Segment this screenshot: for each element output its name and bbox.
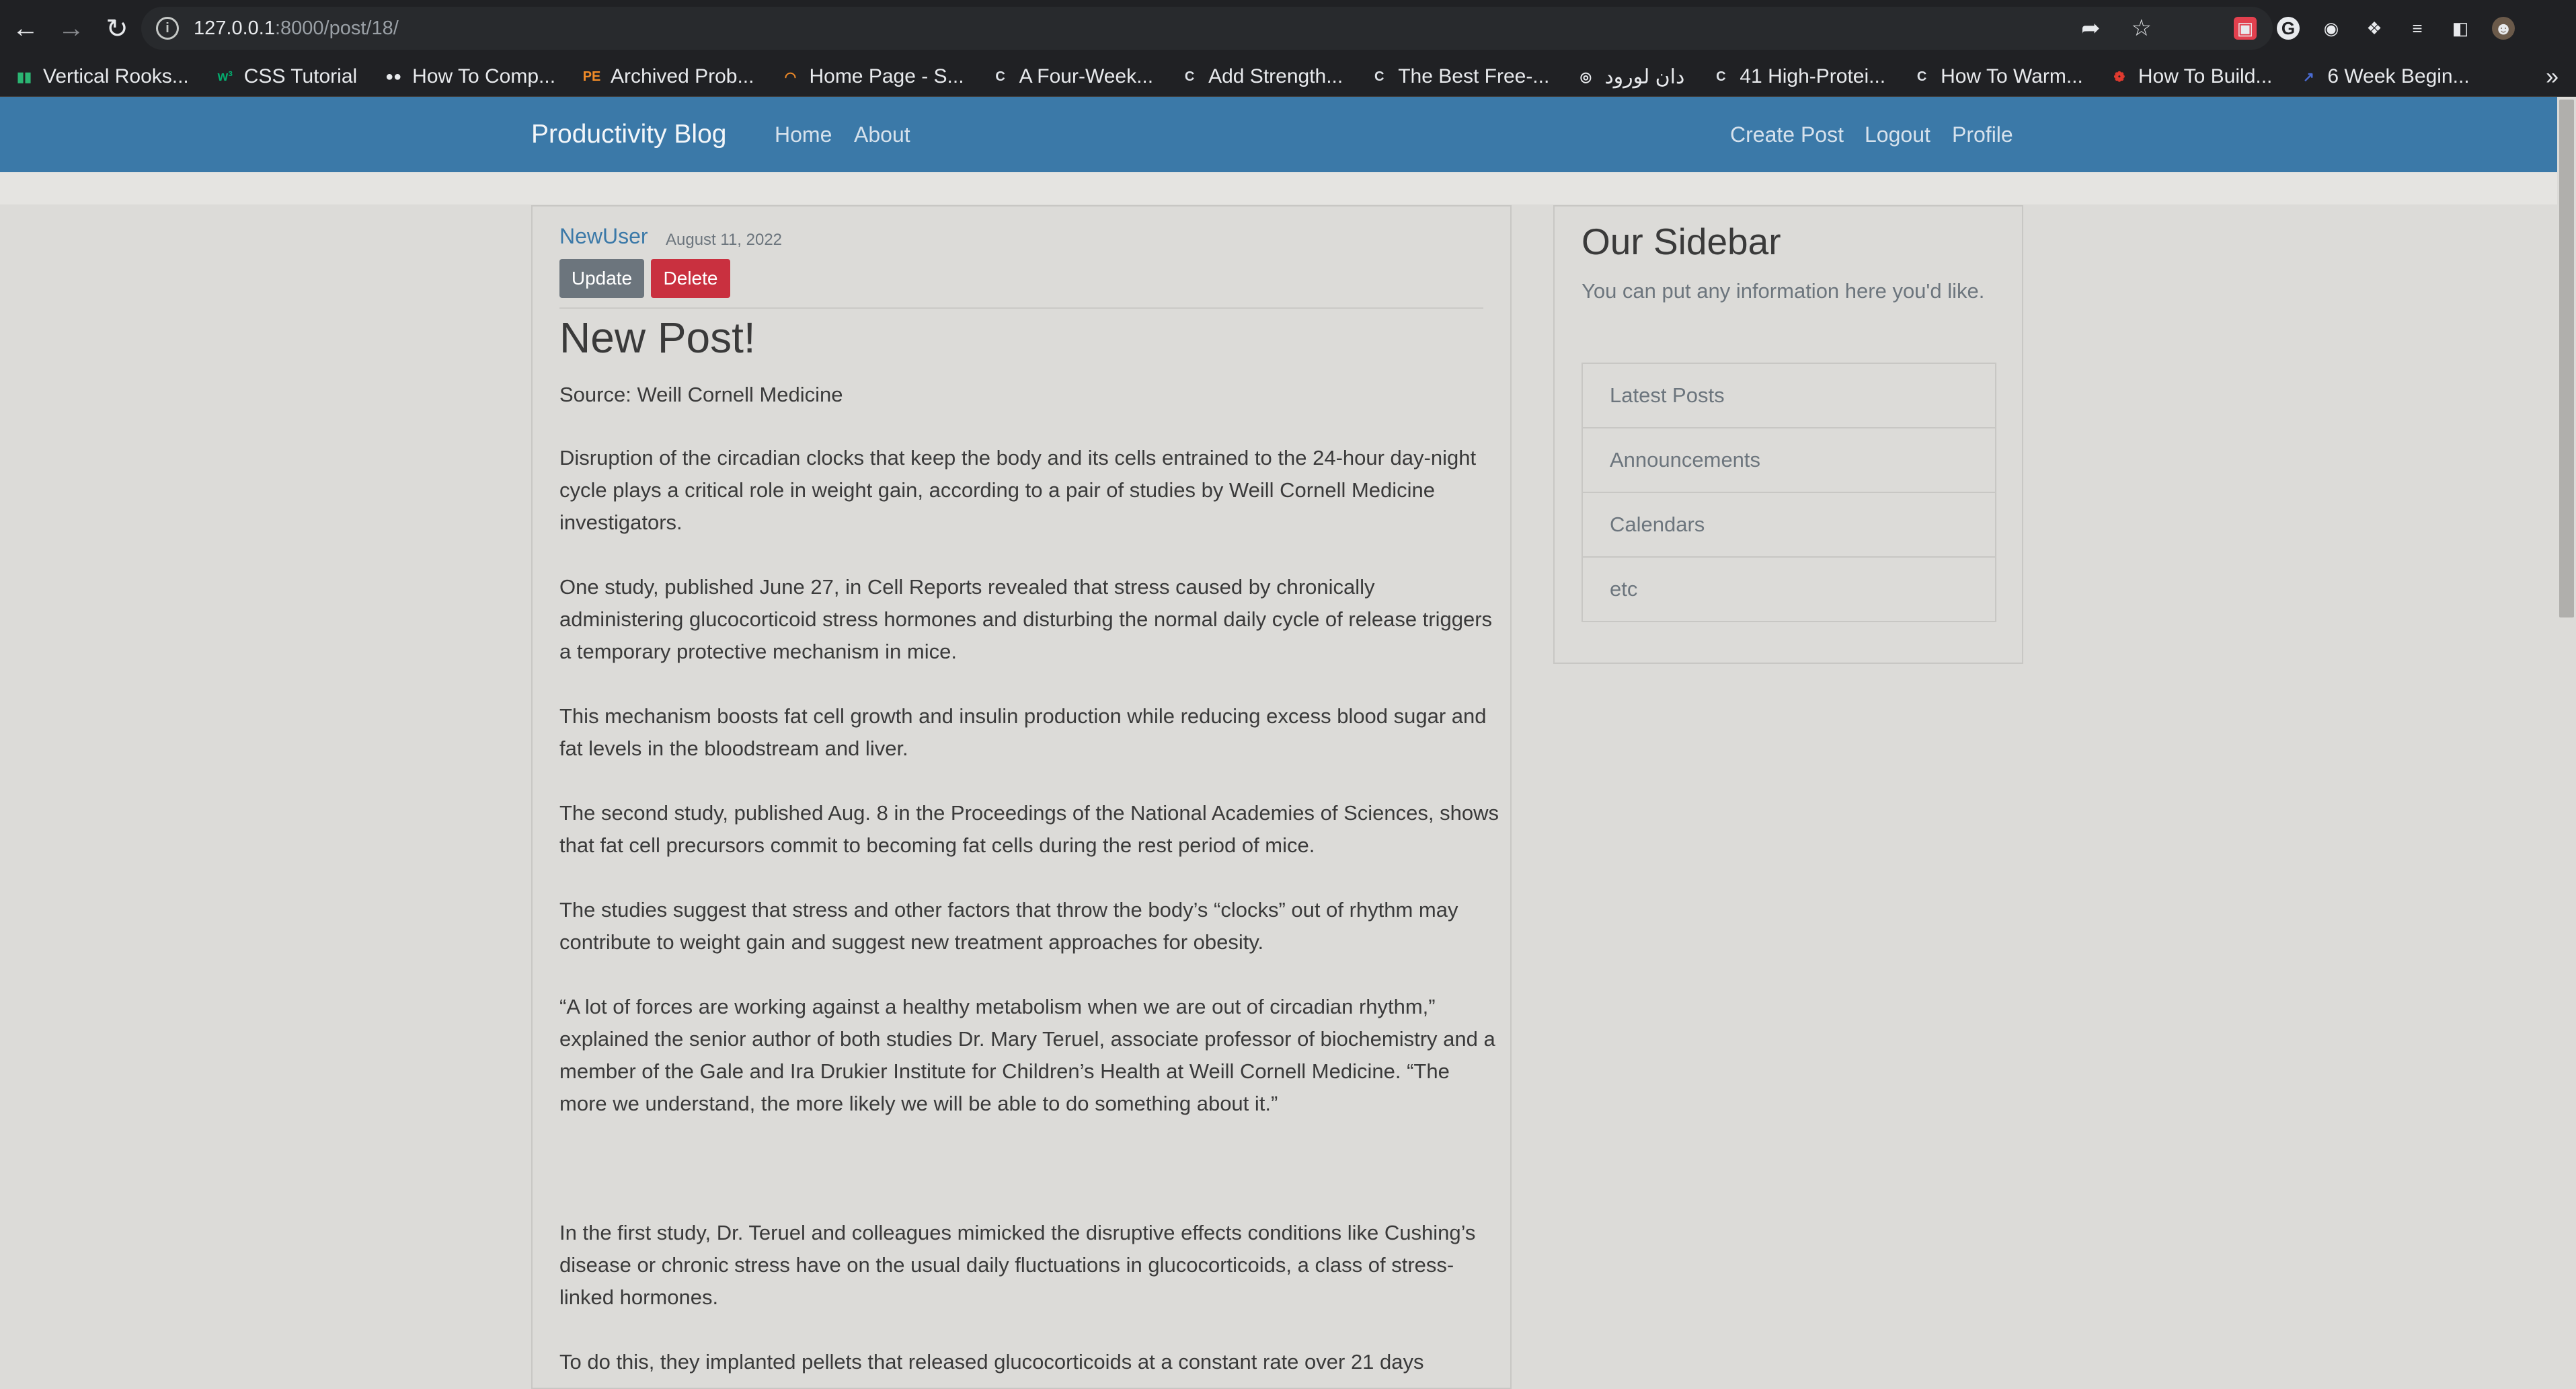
bookmark-label: How To Build... <box>2138 65 2273 87</box>
sidebar-title: Our Sidebar <box>1582 221 1781 262</box>
bookmark-label: How To Warm... <box>1941 65 2083 87</box>
bookmark-item[interactable]: C How To Warm... <box>1912 65 2083 88</box>
nav-logout-link[interactable]: Logout <box>1865 122 1930 147</box>
sidebar-list: Latest Posts Announcements Calendars etc <box>1582 363 1996 622</box>
arc-favicon-icon: ◠ <box>784 69 797 85</box>
sidebar-item-etc[interactable]: etc <box>1583 558 1995 621</box>
bookmark-label: A Four-Week... <box>1019 65 1154 87</box>
bookmark-item[interactable]: PE Archived Prob... <box>582 65 754 88</box>
post-paragraph: This mechanism boosts fat cell growth an… <box>559 704 1487 760</box>
c-favicon-icon: C <box>1184 69 1195 84</box>
globe-icon: ◎ <box>1579 69 1592 85</box>
sidebar-item-calendars[interactable]: Calendars <box>1583 493 1995 558</box>
bookmark-item[interactable]: ●● How To Comp... <box>384 65 555 88</box>
extension-grammar-icon[interactable]: G <box>2277 17 2300 40</box>
c-favicon-icon: C <box>1916 69 1927 84</box>
bookmark-label: 41 High-Protei... <box>1740 65 1886 87</box>
sidebar-description: You can put any information here you'd l… <box>1582 279 1985 303</box>
post-title: New Post! <box>559 313 756 362</box>
extensions-puzzle-icon[interactable]: ❖ <box>2363 17 2386 40</box>
post-paragraph: To do this, they implanted pellets that … <box>559 1350 1424 1374</box>
bookmarks-bar: ▮▮ Vertical Rooks... w³ CSS Tutorial ●● How T… <box>0 57 2576 97</box>
site-navbar: Productivity Blog Home About Create Post… <box>0 97 2557 172</box>
sidebar-item-latest-posts[interactable]: Latest Posts <box>1583 364 1995 428</box>
c-favicon-icon: C <box>1374 69 1384 84</box>
post-paragraph: Source: Weill Cornell Medicine <box>559 383 843 406</box>
bookmark-item[interactable]: C The Best Free-... <box>1370 65 1549 88</box>
share-icon[interactable]: ➦ <box>2081 15 2101 42</box>
extension-spy-icon[interactable]: ◉ <box>2320 17 2343 40</box>
bookmark-label: 6 Week Begin... <box>2327 65 2470 87</box>
bookmark-label: Vertical Rooks... <box>43 65 189 87</box>
bookmark-label: Add Strength... <box>1208 65 1343 87</box>
post-paragraph: “A lot of forces are working against a h… <box>559 995 1495 1115</box>
url-host: 127.0.0.1 <box>194 17 275 39</box>
bookmark-item[interactable]: C Add Strength... <box>1180 65 1343 88</box>
bookmark-label: Archived Prob... <box>611 65 754 87</box>
bookmark-label: How To Comp... <box>412 65 556 87</box>
bookmark-item[interactable]: ◎ دان لورود <box>1576 65 1685 89</box>
bookmark-item[interactable]: ❁ How To Build... <box>2110 65 2273 88</box>
bookmark-star-icon[interactable]: ☆ <box>2132 15 2152 42</box>
post-author-link[interactable]: NewUser <box>559 224 648 249</box>
sidebar: Our Sidebar You can put any information … <box>1553 205 2023 664</box>
update-button[interactable]: Update <box>559 259 644 298</box>
bookmarks-overflow-icon[interactable]: » <box>2546 57 2559 96</box>
url-text[interactable]: 127.0.0.1:8000/post/18/ <box>194 17 399 40</box>
w3schools-favicon-icon: w³ <box>217 69 233 84</box>
bookmark-item[interactable]: C A Four-Week... <box>991 65 1154 88</box>
bookmark-label: The Best Free-... <box>1398 65 1550 87</box>
bookmark-item[interactable]: w³ CSS Tutorial <box>216 65 358 88</box>
bodybuilding-favicon-icon: ❁ <box>2113 69 2125 85</box>
site-brand[interactable]: Productivity Blog <box>531 120 726 149</box>
rooks-favicon-icon: ▮▮ <box>16 69 32 85</box>
post-paragraph: Disruption of the circadian clocks that … <box>559 446 1477 534</box>
reload-icon[interactable]: ↻ <box>97 9 137 49</box>
post-date: August 11, 2022 <box>666 231 783 249</box>
extension-red-icon[interactable]: ▣ <box>2234 17 2257 40</box>
bookmark-item[interactable]: ◠ Home Page - S... <box>781 65 964 88</box>
post-paragraph: The studies suggest that stress and othe… <box>559 898 1458 954</box>
delete-button[interactable]: Delete <box>651 259 730 298</box>
pe-favicon-icon: PE <box>582 69 601 84</box>
nav-profile-link[interactable]: Profile <box>1952 122 2013 147</box>
profile-avatar-icon[interactable]: ☻ <box>2492 17 2515 40</box>
nav-home-link[interactable]: Home <box>775 122 832 147</box>
bookmark-label: دان لورود <box>1604 65 1685 88</box>
nav-spacer <box>0 172 2557 204</box>
runner-favicon-icon: ↗ <box>2303 69 2314 85</box>
nav-about-link[interactable]: About <box>854 122 910 147</box>
post-article: NewUser August 11, 2022 Update Delete Ne… <box>531 205 1512 1389</box>
c-favicon-icon: C <box>1716 69 1726 84</box>
address-bar[interactable]: i 127.0.0.1:8000/post/18/ ➦ ☆ <box>141 7 2273 50</box>
reading-list-icon[interactable]: ≡ <box>2406 17 2429 40</box>
back-arrow-icon[interactable]: ← <box>5 9 46 49</box>
post-header-divider <box>559 307 1483 309</box>
c-favicon-icon: C <box>995 69 1005 84</box>
page-scrollbar-thumb[interactable] <box>2559 100 2574 617</box>
bookmark-item[interactable]: ▮▮ Vertical Rooks... <box>15 65 189 88</box>
browser-toolbar: ← → ↻ i 127.0.0.1:8000/post/18/ ➦ ☆ ▣ G … <box>0 0 2576 57</box>
medium-favicon-icon: ●● <box>385 69 402 84</box>
url-path: :8000/post/18/ <box>274 17 399 39</box>
side-panel-icon[interactable]: ◧ <box>2449 17 2472 40</box>
post-paragraph: The second study, published Aug. 8 in th… <box>559 801 1499 857</box>
bookmark-label: CSS Tutorial <box>243 65 358 87</box>
site-info-icon[interactable]: i <box>156 17 179 40</box>
bookmark-item[interactable]: ↗ 6 Week Begin... <box>2299 65 2470 88</box>
bookmark-item[interactable]: C 41 High-Protei... <box>1711 65 1885 88</box>
forward-arrow-icon[interactable]: → <box>51 9 91 49</box>
nav-create-post-link[interactable]: Create Post <box>1730 122 1844 147</box>
post-paragraph: In the first study, Dr. Teruel and colle… <box>559 1221 1476 1309</box>
post-paragraph: One study, published June 27, in Cell Re… <box>559 575 1493 663</box>
bookmark-label: Home Page - S... <box>809 65 964 87</box>
sidebar-item-announcements[interactable]: Announcements <box>1583 428 1995 493</box>
